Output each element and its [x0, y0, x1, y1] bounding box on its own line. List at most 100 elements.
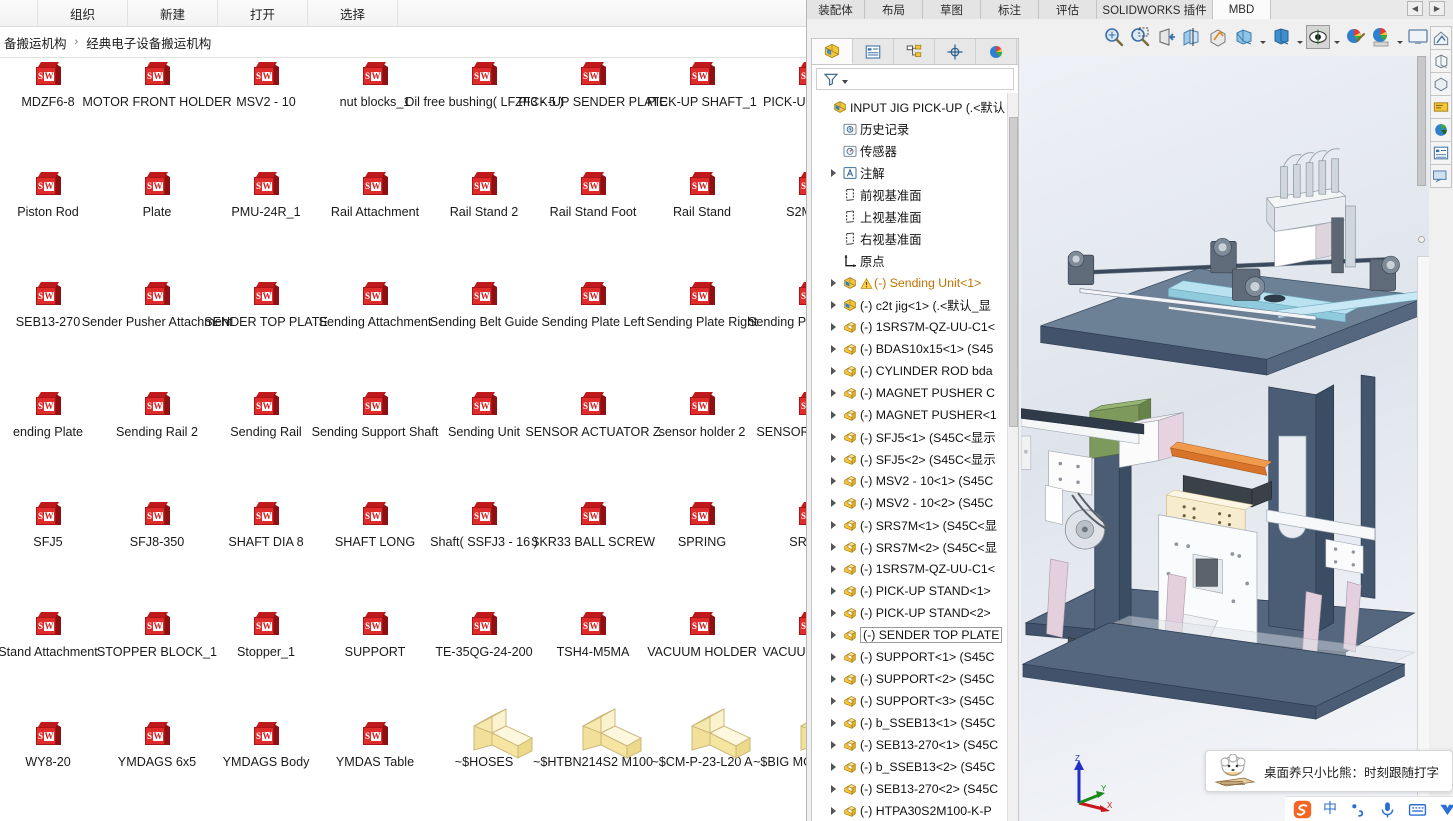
- ime-promo-popup[interactable]: 桌面养只小比熊：时刻跟随打字: [1205, 750, 1453, 792]
- tree-node[interactable]: (-) SENDER TOP PLATE: [812, 624, 1018, 646]
- tree-expand-arrow-icon[interactable]: [826, 279, 840, 287]
- ribbon-organize-button[interactable]: 组织: [38, 0, 128, 26]
- collapsed-side-panel[interactable]: [1417, 256, 1429, 816]
- tree-expand-arrow-icon[interactable]: [826, 587, 840, 595]
- tree-node[interactable]: (-) c2t jig<1> (.<默认_显: [812, 294, 1018, 316]
- scroll-tabs-left-button[interactable]: ◀: [1407, 1, 1423, 16]
- tree-node[interactable]: (-) SUPPORT<3> (S45C: [812, 690, 1018, 712]
- tree-node[interactable]: (-) MAGNET PUSHER C: [812, 382, 1018, 404]
- tree-scrollbar-thumb[interactable]: [1009, 117, 1018, 427]
- edit-appearance-rail-icon[interactable]: [1430, 95, 1452, 119]
- display-manager-tab[interactable]: [976, 39, 1017, 64]
- apply-scene-rail-icon[interactable]: [1430, 118, 1452, 142]
- tree-expand-arrow-icon[interactable]: [826, 675, 840, 683]
- tree-expand-arrow-icon[interactable]: [826, 301, 840, 309]
- display-style-caret-icon[interactable]: [1258, 25, 1267, 49]
- sogou-logo-icon[interactable]: [1293, 800, 1312, 819]
- tree-expand-arrow-icon[interactable]: [826, 697, 840, 705]
- filter-dropdown-caret-icon[interactable]: [842, 80, 848, 84]
- tree-node[interactable]: (-) MSV2 - 10<2> (S45C: [812, 492, 1018, 514]
- tree-expand-arrow-icon[interactable]: [826, 763, 840, 771]
- command-tab-1[interactable]: 布局: [865, 0, 923, 19]
- command-tab-3[interactable]: 标注: [981, 0, 1039, 19]
- tree-node[interactable]: 注解: [812, 162, 1018, 184]
- tree-node[interactable]: (-) MAGNET PUSHER<1: [812, 404, 1018, 426]
- display-style-rail-icon[interactable]: [1430, 49, 1452, 73]
- tree-expand-arrow-icon[interactable]: [826, 543, 840, 551]
- tree-expand-arrow-icon[interactable]: [826, 653, 840, 661]
- graphics-resize-handle[interactable]: [1418, 236, 1425, 243]
- file-item[interactable]: SWSENSOR HOLDER: [720, 388, 810, 440]
- punctuation-mode-icon[interactable]: [1348, 800, 1367, 819]
- ribbon-open-button[interactable]: 打开: [218, 0, 308, 26]
- tree-node[interactable]: (-) SFJ5<2> (S45C<显示: [812, 448, 1018, 470]
- tree-node[interactable]: (-) MSV2 - 10<1> (S45C: [812, 470, 1018, 492]
- tree-expand-arrow-icon[interactable]: [826, 521, 840, 529]
- tree-expand-arrow-icon[interactable]: [826, 345, 840, 353]
- file-item[interactable]: SWSending Plate Support: [720, 278, 810, 330]
- tree-node[interactable]: (-) 1SRS7M-QZ-UU-C1<: [812, 558, 1018, 580]
- zoom-in-out-icon[interactable]: [1154, 25, 1178, 49]
- configuration-manager-tab[interactable]: [894, 39, 935, 64]
- tree-expand-arrow-icon[interactable]: [826, 455, 840, 463]
- file-item[interactable]: SWS2MBEL: [720, 168, 810, 220]
- graphics-area[interactable]: Z X Y: [1021, 56, 1429, 821]
- tree-expand-arrow-icon[interactable]: [826, 367, 840, 375]
- zoom-to-area-icon[interactable]: [1128, 25, 1152, 49]
- tree-expand-arrow-icon[interactable]: [826, 323, 840, 331]
- tree-expand-arrow-icon[interactable]: [826, 169, 840, 177]
- tree-node[interactable]: 前视基准面: [812, 184, 1018, 206]
- tree-expand-arrow-icon[interactable]: [826, 389, 840, 397]
- voice-input-icon[interactable]: [1378, 800, 1397, 819]
- view-orientation-rail-icon[interactable]: [1430, 26, 1452, 50]
- file-item[interactable]: SWPICK-UP STAND: [720, 58, 810, 110]
- tree-expand-arrow-icon[interactable]: [826, 785, 840, 793]
- command-tab-0[interactable]: 装配体: [807, 0, 865, 19]
- command-tab-5[interactable]: SOLIDWORKS 插件: [1097, 0, 1213, 19]
- soft-keyboard-icon[interactable]: [1408, 800, 1427, 819]
- tree-node[interactable]: (-) CYLINDER ROD bda: [812, 360, 1018, 382]
- tree-expand-arrow-icon[interactable]: [826, 719, 840, 727]
- tree-node[interactable]: (-) SUPPORT<2> (S45C: [812, 668, 1018, 690]
- tree-node[interactable]: (-) SEB13-270<1> (S45C: [812, 734, 1018, 756]
- tree-filter-input[interactable]: [816, 68, 1014, 90]
- tree-node[interactable]: (-) Sending Unit<1>: [812, 272, 1018, 294]
- tree-node[interactable]: 原点: [812, 250, 1018, 272]
- cad-assembly-model[interactable]: [1021, 56, 1429, 821]
- ribbon-new-button[interactable]: 新建: [128, 0, 218, 26]
- feature-manager-design-tree-tab[interactable]: [812, 39, 853, 64]
- tree-expand-arrow-icon[interactable]: [826, 807, 840, 815]
- tree-node[interactable]: 传感器: [812, 140, 1018, 162]
- section-view-icon[interactable]: [1180, 25, 1204, 49]
- hide-show-caret-icon[interactable]: [1295, 25, 1304, 49]
- display-manager-rail-icon[interactable]: [1430, 141, 1452, 165]
- toolbox-icon[interactable]: [1438, 800, 1453, 819]
- hide-show-items-icon[interactable]: [1269, 25, 1293, 49]
- tree-node[interactable]: 历史记录: [812, 118, 1018, 140]
- chinese-mode-icon[interactable]: 中: [1323, 800, 1337, 819]
- tree-node[interactable]: (-) PICK-UP STAND<1>: [812, 580, 1018, 602]
- tree-node[interactable]: (-) BDAS10x15<1> (S45: [812, 338, 1018, 360]
- appearances-icon[interactable]: [1369, 25, 1393, 49]
- tree-expand-arrow-icon[interactable]: [826, 565, 840, 573]
- file-item[interactable]: SWVACUUM MO AK: [720, 608, 810, 660]
- breadcrumb-item-current[interactable]: 经典电子设备搬运机构: [82, 33, 215, 52]
- tree-node[interactable]: 上视基准面: [812, 206, 1018, 228]
- tree-node[interactable]: (-) b_SSEB13<2> (S45C: [812, 756, 1018, 778]
- zoom-to-fit-icon[interactable]: [1102, 25, 1126, 49]
- tree-node[interactable]: (-) SUPPORT<1> (S45C: [812, 646, 1018, 668]
- tree-expand-arrow-icon[interactable]: [826, 411, 840, 419]
- tree-expand-arrow-icon[interactable]: [826, 499, 840, 507]
- tree-expand-arrow-icon[interactable]: [826, 433, 840, 441]
- dimxpert-manager-tab[interactable]: [935, 39, 976, 64]
- tree-node[interactable]: 右视基准面: [812, 228, 1018, 250]
- command-tab-2[interactable]: 草图: [923, 0, 981, 19]
- tree-expand-arrow-icon[interactable]: [826, 741, 840, 749]
- breadcrumb-item-parent[interactable]: 备搬运机构: [0, 33, 71, 52]
- command-tab-6[interactable]: MBD: [1213, 0, 1271, 19]
- scroll-tabs-right-button[interactable]: ▶: [1429, 1, 1445, 16]
- graphics-vertical-scrollbar[interactable]: [1417, 56, 1426, 186]
- appearances-caret-icon[interactable]: [1395, 25, 1404, 49]
- file-item[interactable]: SWSRS7M: [720, 498, 810, 550]
- hide-show-rail-icon[interactable]: [1430, 72, 1452, 96]
